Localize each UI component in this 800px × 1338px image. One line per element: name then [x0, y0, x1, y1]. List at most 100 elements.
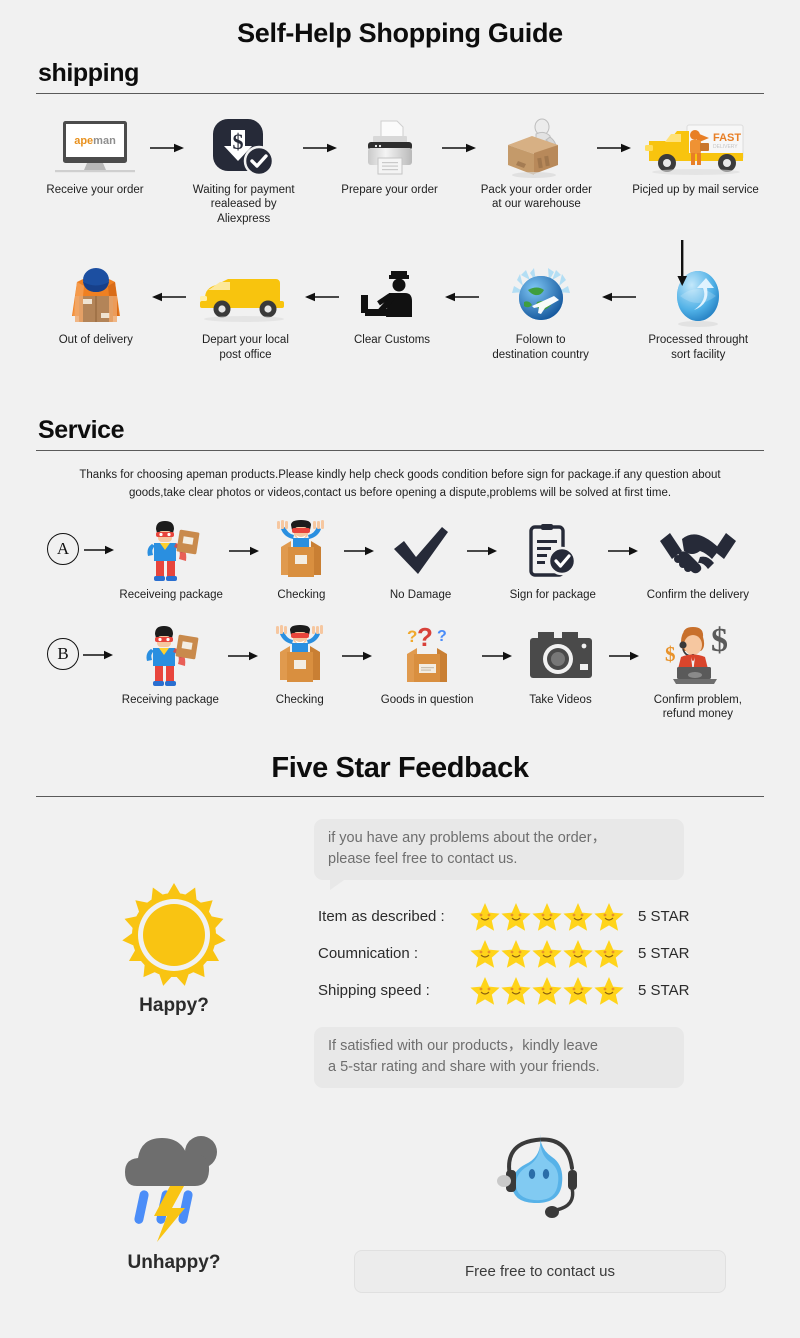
- monitor-apeman-icon: apeman: [49, 118, 141, 178]
- shipping-heading: shipping: [38, 59, 139, 87]
- shipping-step-pack-order: Pack your order order at our warehouse: [476, 118, 597, 212]
- flow-arrow-right: [303, 118, 338, 178]
- service-paragraph: Thanks for choosing apeman products.Plea…: [79, 468, 721, 499]
- step-label: Receiving package: [121, 693, 219, 706]
- service-step-confirm-delivery: Confirm the delivery: [642, 519, 754, 602]
- svg-text:DELIVERY: DELIVERY: [713, 144, 738, 150]
- step-label: Goods in question: [380, 693, 474, 706]
- svg-text:?: ?: [437, 628, 447, 645]
- rating-row: Coumnication : 5 STAR: [318, 939, 766, 968]
- flow-arrow-right: [227, 624, 258, 688]
- yellow-van-icon: [196, 266, 294, 328]
- shipping-step-prepare-order: Prepare your order: [337, 118, 441, 197]
- rating-label: Shipping speed :: [318, 981, 430, 999]
- flow-arrow-right: [149, 118, 184, 178]
- service-flow-row-a: A Receiveing package Checking No Damage …: [20, 519, 780, 602]
- service-heading: Service: [38, 415, 125, 444]
- shipping-step-flown-destination: Folown to destination country: [479, 266, 603, 362]
- rating-value: 5 STAR: [638, 944, 690, 962]
- divider: [36, 449, 764, 451]
- rating-label: Item as described :: [318, 907, 445, 925]
- star-rating: [470, 976, 624, 1005]
- service-step-no-damage: No Damage: [378, 519, 464, 602]
- superhero-in-box-icon: [268, 624, 332, 688]
- service-step-checking-a: Checking: [262, 519, 340, 602]
- shipping-step-receive-order: apeman Receive your order: [40, 118, 150, 197]
- page-title: Self-Help Shopping Guide: [237, 18, 563, 48]
- step-label: Receiveing package: [119, 588, 223, 601]
- service-step-receiving-package-a: Receiveing package: [117, 519, 225, 602]
- shipping-step-clear-customs: Clear Customs: [339, 266, 445, 347]
- question-box-icon: ? ? ?: [395, 624, 459, 688]
- superhero-in-box-icon: [269, 519, 333, 583]
- flow-arrow-down: [676, 240, 688, 291]
- service-step-goods-in-question: ? ? ? Goods in question: [375, 624, 479, 707]
- feedback-body: Happy? if you have any problems about th…: [0, 818, 800, 1088]
- step-label: Take Videos: [529, 693, 592, 706]
- courier-carrying-box-icon: [59, 266, 133, 328]
- flow-arrow-right: [482, 624, 513, 688]
- step-label: Folown to destination country: [492, 334, 589, 361]
- step-label: Picjed up by mail service: [632, 184, 759, 196]
- flow-arrow-right: [228, 519, 259, 583]
- unhappy-block: Unhappy?: [34, 1124, 314, 1293]
- service-step-checking-b: Checking: [261, 624, 339, 707]
- divider: [36, 93, 764, 94]
- rating-value: 5 STAR: [638, 907, 690, 925]
- shipping-step-waiting-payment: $ Waiting for payment realeased by Aliex…: [184, 118, 303, 226]
- contact-us-button[interactable]: Free free to contact us: [354, 1249, 726, 1293]
- step-label: Prepare your order: [341, 184, 438, 196]
- service-step-receiving-package-b: Receiving package: [116, 624, 224, 707]
- svg-text:?: ?: [417, 624, 433, 652]
- printer-icon: [359, 118, 421, 178]
- problems-bubble: if you have any problems about the order…: [314, 818, 684, 890]
- step-label: Pack your order order at our warehouse: [480, 184, 592, 211]
- shipping-flow-row-1: apeman Receive your order $ Waiting for …: [20, 118, 780, 226]
- flow-arrow-right: [608, 519, 639, 583]
- ratings-list: Item as described : 5 STAR Coumnication …: [318, 902, 766, 1013]
- svg-text:$: $: [232, 129, 243, 154]
- shipping-flow-row-2: Out of delivery Depart your local post o…: [20, 266, 780, 362]
- service-marker-a: A: [46, 519, 80, 565]
- sun-icon: [119, 881, 229, 989]
- step-label: Processed throught sort facility: [648, 334, 749, 361]
- service-step-confirm-refund: $ $ Confirm problem, refund money: [642, 624, 754, 722]
- svg-text:$: $: [665, 642, 676, 666]
- flow-arrow-right: [343, 519, 374, 583]
- shipping-step-depart-post-office: Depart your local post office: [186, 266, 306, 362]
- service-flow-row-b: B Receiving package Checking ? ? ? Goods…: [20, 624, 780, 722]
- payment-dollar-check-icon: $: [211, 118, 277, 178]
- globe-airplane-icon: [506, 266, 576, 328]
- shipping-step-out-of-delivery: Out of delivery: [40, 266, 152, 347]
- shopping-guide-page: Self-Help Shopping Guide shipping apeman…: [0, 0, 800, 1338]
- svg-text:?: ?: [407, 627, 417, 646]
- contact-body: Unhappy? Free free to contact us: [0, 1124, 800, 1293]
- superhero-package-icon: [141, 624, 199, 688]
- unhappy-label: Unhappy?: [127, 1251, 221, 1273]
- svg-text:$: $: [711, 625, 728, 659]
- step-label: No Damage: [389, 588, 452, 601]
- flow-arrow-left: [602, 266, 637, 328]
- flow-arrow-right: [441, 118, 476, 178]
- flow-arrow-left: [444, 266, 479, 328]
- step-label: Out of delivery: [58, 334, 133, 347]
- flow-arrow-right: [83, 519, 114, 581]
- flow-arrow-right: [83, 624, 114, 686]
- feedback-heading: Five Star Feedback: [271, 751, 529, 784]
- svg-text:FAST: FAST: [713, 132, 741, 144]
- flow-arrow-right: [341, 624, 372, 688]
- step-label: Checking: [275, 693, 324, 706]
- handshake-icon: [656, 519, 740, 583]
- circle-letter-label: B: [47, 637, 79, 670]
- shipping-step-picked-up: FAST DELIVERY Picjed up by mail service: [631, 118, 760, 197]
- superhero-package-icon: [142, 519, 200, 583]
- clipboard-check-icon: [527, 519, 579, 583]
- step-label: Receive your order: [46, 184, 144, 196]
- rain-cloud-icon: [115, 1124, 233, 1244]
- service-step-sign-package: Sign for package: [501, 519, 605, 602]
- divider: [36, 795, 764, 797]
- flow-arrow-right: [467, 519, 498, 583]
- camera-icon: [528, 624, 594, 688]
- svg-text:apeman: apeman: [74, 135, 116, 147]
- shipping-section-header: shipping: [36, 49, 764, 94]
